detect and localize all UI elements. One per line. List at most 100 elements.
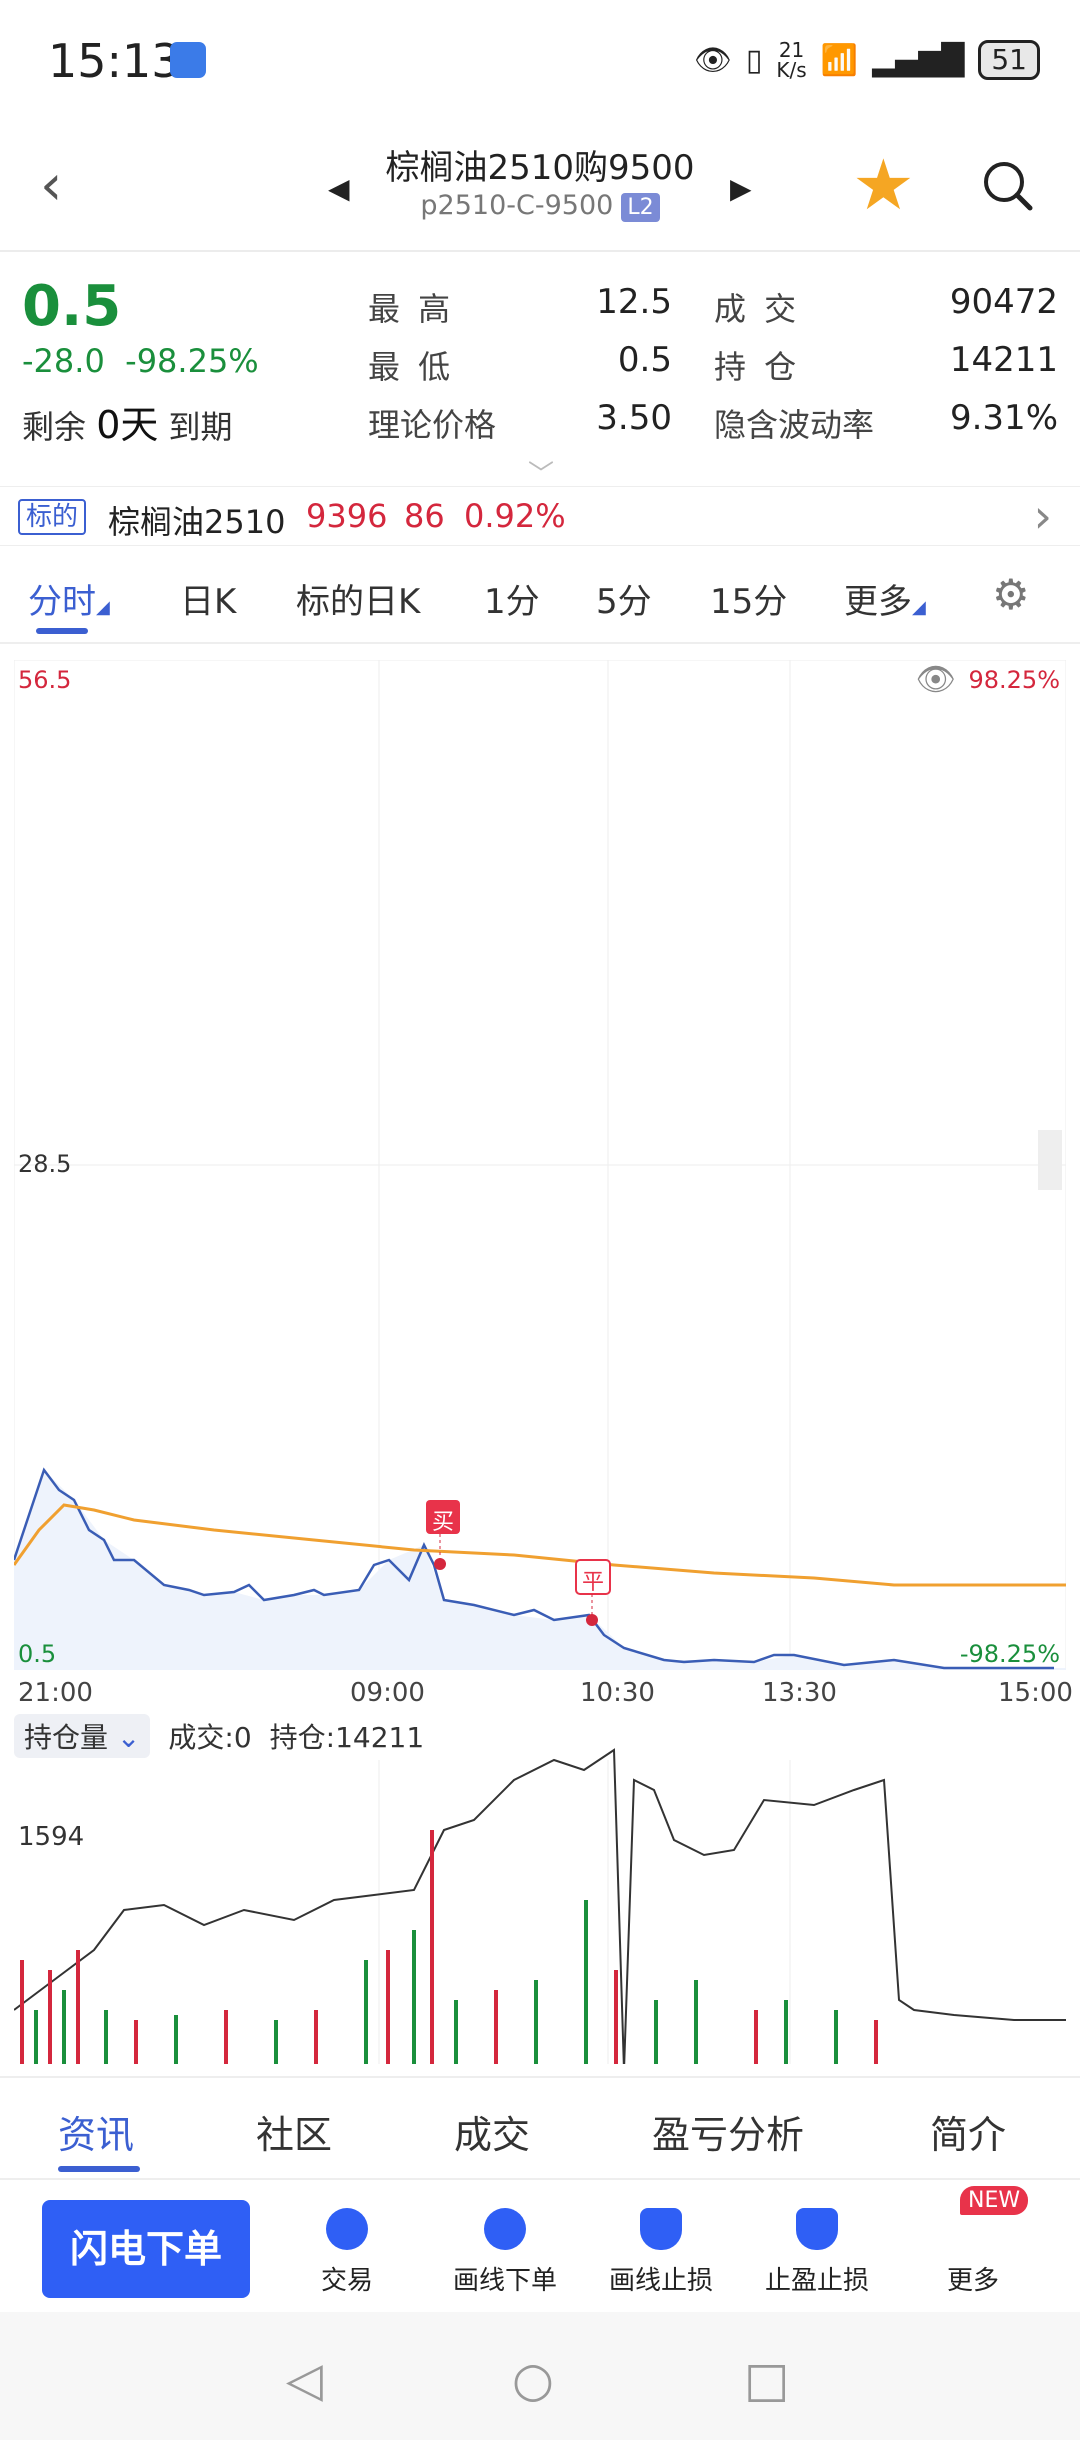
tab-pnl-analysis[interactable]: 盈亏分析 [652,2104,804,2159]
contract-subtitle: p2510-C-9500 L2 [0,190,1080,222]
open-interest-value: 14211 [949,340,1058,380]
expire-label: 到期 [168,408,233,446]
theoretical-price-label: 理论价格 [368,406,497,444]
trade-button[interactable]: 交易 [272,2208,422,2297]
volume-panel-header: 持仓量 ⌄ 成交:0 持仓:14211 [14,1714,425,1758]
nav-back-icon[interactable]: ◁ [286,2352,323,2408]
price-chart-svg [14,660,1066,1670]
battery-indicator: 51 [978,40,1040,80]
underlying-price: 9396 [306,497,388,535]
volume-label: 成 交 [714,290,801,328]
implied-volatility-value: 9.31% [949,398,1058,438]
nav-recents-icon[interactable]: □ [744,2352,789,2408]
volume-oi-chart[interactable]: 1594 [13,1710,1066,2071]
side-drawer-handle[interactable] [1038,1130,1062,1190]
flash-order-button[interactable]: 闪电下单 [42,2200,250,2298]
volume-chart-svg [13,1748,1066,2071]
dropdown-triangle-icon: ◢ [96,597,110,618]
low-value: 0.5 [617,340,672,380]
active-tab-underline [36,628,88,634]
days-to-expiry: 剩余 0天 到期 [22,394,233,449]
trade-label: 交易 [320,2266,373,2296]
contract-code: p2510-C-9500 [420,190,614,221]
tab-more[interactable]: 更多◢ [844,574,926,623]
oi-axis-label: 1594 [18,1822,85,1852]
percent-bottom: -98.25% [959,1640,1060,1668]
shield-check-icon [796,2208,838,2250]
more-label: 更多 [946,2266,999,2296]
underlying-row[interactable]: 标的 棕榈油2510 9396 86 0.92% › [0,486,1080,546]
tp-sl-button[interactable]: 止盈止损 [742,2208,892,2297]
chevron-right-icon[interactable]: › [1034,489,1052,543]
next-contract-arrow-icon[interactable]: ▶ [730,172,752,205]
high-label: 最 高 [368,290,455,328]
tab-more-label: 更多 [844,582,912,622]
open-interest-label: 持 仓 [714,348,801,386]
tab-intro[interactable]: 简介 [930,2104,1006,2159]
tp-sl-label: 止盈止损 [764,2266,869,2296]
level2-badge: L2 [621,193,660,222]
draw-order-label: 画线下单 [452,2266,557,2296]
tab-1min[interactable]: 1分 [484,574,540,623]
underlying-change: 86 [404,497,445,535]
tab-community[interactable]: 社区 [256,2104,332,2159]
volume-value: 90472 [949,282,1058,322]
tab-news[interactable]: 资讯 [58,2104,134,2159]
draw-order-icon [484,2208,526,2250]
status-icons: 👁 ▯ 21 K/s 📶 ▂▄▆█ 51 [694,36,1040,84]
y-axis-mid: 28.5 [18,1150,72,1178]
contract-title: 棕榈油2510购9500 [385,148,695,188]
percent-top: 98.25% [968,666,1060,694]
gear-icon[interactable]: ⚙ [992,570,1030,619]
oi-readout: 持仓:14211 [269,1721,425,1754]
eye-toggle-icon[interactable]: 👁 [915,660,956,698]
info-tabs: 资讯 社区 成交 盈亏分析 简介 [0,2076,1080,2176]
x-tick-label: 21:00 [18,1678,93,1708]
implied-volatility-label: 隐含波动率 [714,406,875,444]
favorite-star-icon[interactable]: ★ [852,150,915,220]
indicator-selector-label: 持仓量 [24,1721,109,1754]
tab-intraday-label: 分时 [28,582,96,622]
tab-intraday[interactable]: 分时◢ [28,574,110,623]
intraday-chart[interactable]: 56.5 28.5 0.5 98.25% -98.25% 👁 买 平 [14,660,1066,1670]
remain-days: 0天 [96,403,159,447]
quote-panel: 0.5 -28.0 -98.25% 剩余 0天 到期 最 高 12.5 最 低 … [0,254,1080,490]
tab-15min[interactable]: 15分 [710,574,787,623]
dropdown-triangle-icon: ◢ [912,597,926,618]
chevron-down-icon: ⌄ [116,1721,141,1754]
x-tick-label: 09:00 [350,1678,425,1708]
tab-underlying-daily-k[interactable]: 标的日K [296,574,420,623]
underlying-name: 棕榈油2510 [108,503,286,541]
tab-trades[interactable]: 成交 [454,2104,530,2159]
y-axis-top: 56.5 [18,666,72,694]
new-badge: NEW [960,2186,1029,2215]
draw-order-button[interactable]: 画线下单 [430,2208,580,2297]
change-value: -28.0 [22,342,105,380]
app-notification-icon [170,42,206,78]
draw-stop-button[interactable]: 画线止损 [586,2208,736,2297]
tab-daily-k[interactable]: 日K [180,574,236,623]
status-bar: 15:13 👁 ▯ 21 K/s 📶 ▂▄▆█ 51 [0,0,1080,120]
net-speed: 21 K/s [776,40,806,80]
volume-readout: 成交:0 [168,1721,252,1754]
underlying-change-percent: 0.92% [464,497,566,535]
signal-icon: ▂▄▆█ [872,42,965,78]
shield-icon [640,2208,682,2250]
nav-home-icon[interactable]: ○ [512,2352,554,2408]
system-nav-bar: ◁ ○ □ [0,2312,1080,2440]
page-header: ‹ ◀ 棕榈油2510购9500 p2510-C-9500 L2 ▶ ★ [0,120,1080,252]
theoretical-price-value: 3.50 [596,398,672,438]
change-percent: -98.25% [125,342,259,380]
search-icon[interactable] [980,158,1034,212]
status-time: 15:13 [48,34,181,88]
underlying-tag: 标的 [18,499,87,535]
more-button[interactable]: 更多 [898,2208,1048,2297]
x-tick-label: 15:00 [998,1678,1073,1708]
high-value: 12.5 [596,282,672,322]
tab-5min[interactable]: 5分 [596,574,652,623]
indicator-selector[interactable]: 持仓量 ⌄ [14,1714,151,1758]
trade-icon [326,2208,368,2250]
close-marker-label: 平 [582,1570,605,1595]
x-tick-label: 13:30 [762,1678,837,1708]
last-price: 0.5 [22,274,122,339]
